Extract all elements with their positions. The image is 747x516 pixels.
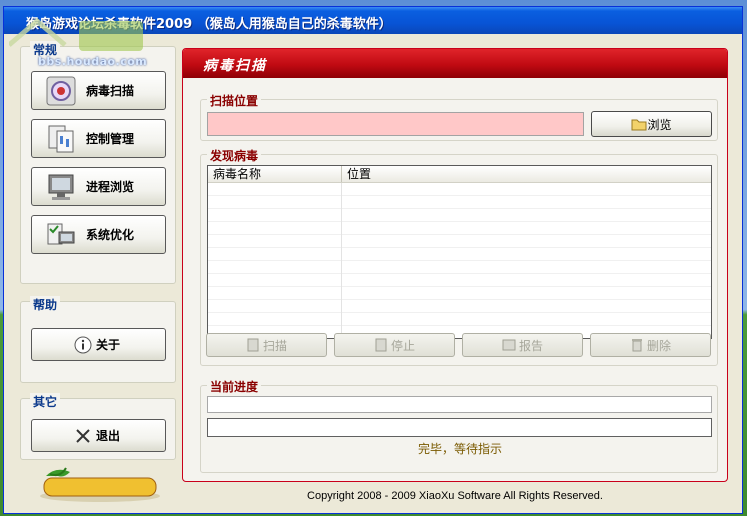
control-panel-icon — [48, 125, 74, 152]
nav-label: 病毒扫描 — [86, 84, 135, 98]
virus-list-header: 病毒名称 位置 — [208, 166, 711, 183]
nav-label: 退出 — [96, 429, 121, 443]
client-area: 常规 病毒扫描 控制管理 进程浏览 系统优化 帮助 关于 其它 退出 病毒扫描 … — [4, 34, 742, 513]
copyright-text: Copyright 2008 - 2009 XiaoXu Software Al… — [307, 490, 603, 502]
browse-button[interactable]: 浏览 — [591, 111, 712, 137]
action-label: 报告 — [518, 338, 543, 353]
scan-path-input[interactable] — [207, 112, 584, 136]
browse-label: 浏览 — [647, 117, 672, 132]
status-text: 完毕，等待指示 — [417, 442, 502, 456]
trash-icon — [631, 339, 642, 352]
panel-header: 病毒扫描 — [183, 49, 727, 78]
scan-button[interactable]: 扫描 — [206, 333, 327, 357]
delete-button[interactable]: 删除 — [590, 333, 711, 357]
virus-scan-button[interactable]: 病毒扫描 — [31, 71, 166, 110]
scan-location-section: 扫描位置 浏览 — [200, 92, 718, 141]
panel-title: 病毒扫描 — [203, 58, 267, 74]
action-label: 删除 — [646, 338, 671, 353]
optimize-icon — [47, 223, 75, 244]
system-optimize-button[interactable]: 系统优化 — [31, 215, 166, 254]
column-location[interactable]: 位置 — [342, 166, 711, 182]
scan-location-title: 扫描位置 — [207, 92, 262, 109]
nav-group-other: 其它 退出 — [20, 393, 176, 460]
nav-label: 系统优化 — [86, 228, 135, 242]
report-icon — [502, 339, 516, 351]
scan-icon — [247, 338, 259, 352]
nav-group-title: 帮助 — [30, 296, 61, 313]
about-button[interactable]: 关于 — [31, 328, 166, 361]
progress-title: 当前进度 — [207, 378, 262, 395]
folder-icon — [631, 119, 647, 131]
nav-label: 进程浏览 — [86, 180, 135, 194]
watermark-url: bbs.houdao.com — [38, 55, 148, 68]
progress-bar-secondary — [207, 418, 712, 437]
nav-group-title: 其它 — [30, 393, 61, 410]
process-monitor-icon — [48, 174, 74, 200]
nav-label: 控制管理 — [86, 132, 135, 146]
action-label: 停止 — [390, 338, 415, 353]
control-panel-button[interactable]: 控制管理 — [31, 119, 166, 158]
exit-button[interactable]: 退出 — [31, 419, 166, 452]
column-virus-name[interactable]: 病毒名称 — [208, 166, 342, 182]
found-viruses-title: 发现病毒 — [207, 147, 262, 164]
stop-button[interactable]: 停止 — [334, 333, 455, 357]
virus-scan-panel: 病毒扫描 扫描位置 浏览 发现病毒 病毒名称 位置 扫描 停止 报告 删除 当前… — [182, 48, 728, 482]
nav-group-help: 帮助 关于 — [20, 296, 176, 383]
process-browse-button[interactable]: 进程浏览 — [31, 167, 166, 206]
nav-label: 关于 — [96, 338, 121, 352]
nav-group-general: 常规 病毒扫描 控制管理 进程浏览 系统优化 — [20, 41, 176, 284]
report-button[interactable]: 报告 — [462, 333, 583, 357]
stop-icon — [375, 338, 387, 352]
action-label: 扫描 — [262, 338, 287, 353]
progress-section: 当前进度 完毕，等待指示 — [200, 378, 718, 473]
info-icon — [74, 336, 92, 353]
virus-list-rows — [208, 183, 711, 338]
column-divider — [341, 183, 342, 338]
progress-bar-primary — [207, 396, 712, 413]
virus-list[interactable]: 病毒名称 位置 — [207, 165, 712, 339]
virus-scan-icon — [46, 76, 76, 105]
houdao-logo — [40, 467, 160, 502]
close-icon — [76, 428, 90, 443]
app-window: 猴岛游戏论坛杀毒软件2009 （猴岛人用猴岛自己的杀毒软件） 常规 病毒扫描 控… — [3, 6, 743, 514]
